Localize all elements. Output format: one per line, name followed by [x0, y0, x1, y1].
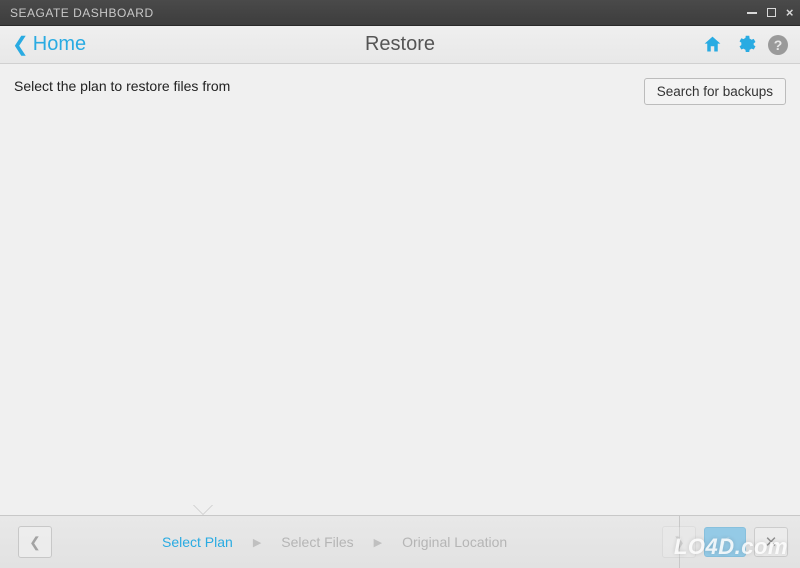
maximize-button[interactable] [767, 6, 776, 19]
prev-step-button[interactable]: ❮ [18, 526, 52, 558]
minimize-button[interactable] [747, 6, 757, 19]
help-icon[interactable]: ? [768, 35, 788, 55]
window-titlebar: SEAGATE DASHBOARD × [0, 0, 800, 26]
chevron-right-icon: ❯ [673, 534, 685, 551]
step-select-files[interactable]: Select Files [281, 534, 353, 550]
content-toolbar: Select the plan to restore files from Se… [0, 64, 800, 105]
minimize-icon [747, 12, 757, 14]
window-controls: × [747, 6, 794, 19]
step-separator-icon: ▶ [253, 536, 261, 549]
chevron-left-icon: ❮ [12, 32, 29, 57]
check-icon: ✔ [718, 532, 731, 552]
search-backups-button[interactable]: Search for backups [644, 78, 786, 105]
app-header: ❮ Home Restore ? [0, 26, 800, 64]
page-title: Restore [365, 33, 435, 56]
confirm-button[interactable]: ✔ [704, 527, 746, 557]
home-back-link[interactable]: ❮ Home [12, 32, 86, 57]
instruction-text: Select the plan to restore files from [14, 78, 230, 94]
close-icon: ✕ [765, 533, 778, 551]
header-icons: ? [702, 34, 788, 55]
step-indicator-pointer [193, 504, 213, 514]
close-window-button[interactable]: × [786, 6, 794, 19]
step-original-location[interactable]: Original Location [402, 534, 507, 550]
home-icon[interactable] [702, 34, 723, 55]
content-area: Select the plan to restore files from Se… [0, 64, 800, 515]
footer-actions: ❯ ✔ ✕ [662, 526, 788, 558]
next-step-button-alt[interactable]: ❯ [662, 526, 696, 558]
step-separator-icon: ▶ [374, 536, 382, 549]
wizard-steps: Select Plan ▶ Select Files ▶ Original Lo… [162, 534, 507, 550]
app-title: SEAGATE DASHBOARD [10, 6, 154, 20]
cancel-button[interactable]: ✕ [754, 527, 788, 557]
gear-icon[interactable] [735, 34, 756, 55]
maximize-icon [767, 8, 776, 17]
chevron-left-icon: ❮ [29, 534, 41, 551]
home-label: Home [33, 33, 86, 56]
step-select-plan[interactable]: Select Plan [162, 534, 233, 550]
wizard-footer: ❮ Select Plan ▶ Select Files ▶ Original … [0, 515, 800, 568]
